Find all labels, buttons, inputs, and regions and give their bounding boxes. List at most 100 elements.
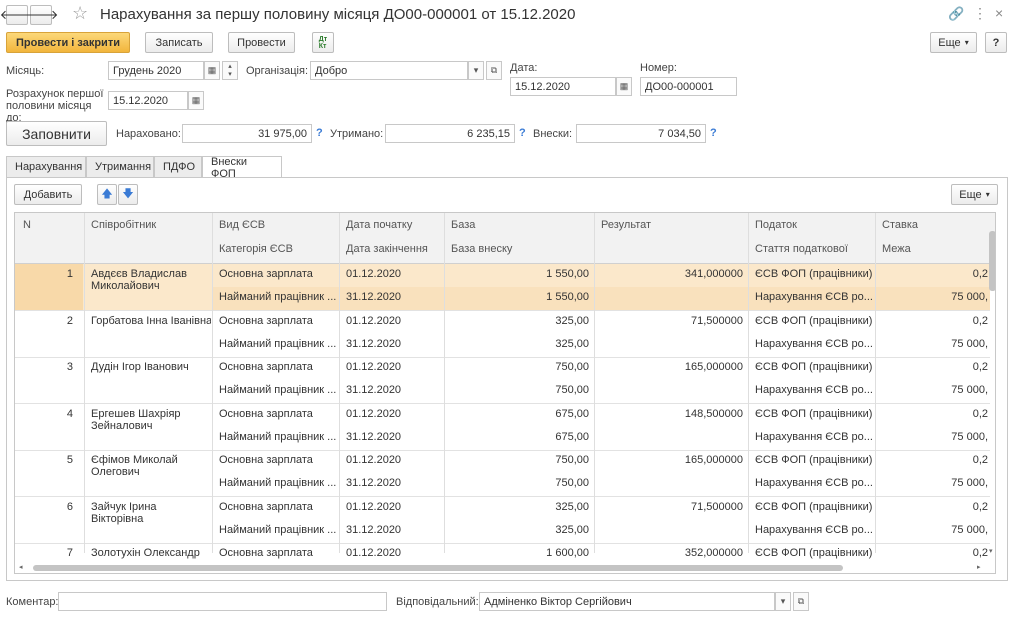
table-row[interactable]: 4 Ергешев Шахріяр Зейналович Основна зарпла… xyxy=(15,404,990,451)
table-row[interactable]: 2 Горбатова Інна Іванівна Основна зарплата… xyxy=(15,311,990,358)
scroll-down-icon[interactable]: ▾ xyxy=(989,547,993,555)
comment-input[interactable] xyxy=(58,592,387,611)
col-divider xyxy=(594,213,595,553)
tab-accruals[interactable]: Нарахування xyxy=(6,156,86,177)
cell-base: 675,00 xyxy=(555,407,589,420)
number-field[interactable]: ДО00-000001 xyxy=(640,77,737,96)
star-icon[interactable]: ☆ xyxy=(72,3,88,24)
cell-category: Найманий працівник ... xyxy=(219,384,337,396)
tab-pdfo[interactable]: ПДФО xyxy=(154,156,202,177)
cell-limit: 75 000, xyxy=(951,430,988,443)
tab-withholdings[interactable]: Утримання xyxy=(86,156,154,177)
down-icon: ▾ xyxy=(228,70,232,78)
fill-button[interactable]: Заповнити xyxy=(6,121,107,146)
forward-button[interactable]: 🡒 xyxy=(24,5,58,25)
more-button[interactable]: Еще ▾ xyxy=(930,32,977,53)
cell-n: 7 xyxy=(66,547,73,559)
cell-result: 148,500000 xyxy=(684,407,743,420)
table-row[interactable]: 5 Єфімов Миколай Олегович Основна зарплата Н… xyxy=(15,450,990,497)
col-employee[interactable]: Співробітник xyxy=(91,219,156,231)
scroll-left-icon[interactable]: ◂ xyxy=(19,563,23,571)
col-limit[interactable]: Межа xyxy=(882,243,911,255)
cell-n: 6 xyxy=(66,500,73,513)
up-arrow-icon: 🡅 xyxy=(101,188,113,200)
col-category[interactable]: Категорія ЄСВ xyxy=(219,243,293,255)
add-button[interactable]: Добавить xyxy=(14,184,82,205)
vertical-scrollbar[interactable] xyxy=(989,231,995,291)
cell-result: 352,000000 xyxy=(684,547,743,559)
col-base[interactable]: База xyxy=(451,219,475,231)
col-date-end[interactable]: Дата закінчення xyxy=(346,243,428,255)
table-row[interactable]: 1 Авдєєв Владислав Миколайович Основна зарп… xyxy=(15,264,990,311)
col-rate[interactable]: Ставка xyxy=(882,219,918,231)
close-icon[interactable]: × xyxy=(995,5,1003,21)
up-icon: ▴ xyxy=(228,62,232,70)
cell-date-start: 01.12.2020 xyxy=(346,407,402,420)
calc-calendar-button[interactable]: ▦ xyxy=(188,91,204,110)
org-dropdown-button[interactable]: ▾ xyxy=(468,61,484,80)
contrib-field: 7 034,50 xyxy=(576,124,706,143)
scroll-right-icon[interactable]: ▸ xyxy=(977,563,981,571)
cell-tax: ЄСВ ФОП (працівники) xyxy=(755,314,873,327)
dt-kt-button[interactable]: Дт Кт xyxy=(312,32,334,53)
col-tax-article[interactable]: Стаття податкової xyxy=(755,243,848,255)
calc-date-field[interactable]: 15.12.2020 xyxy=(108,91,188,110)
col-type[interactable]: Вид ЄСВ xyxy=(219,219,265,231)
responsible-dropdown-button[interactable]: ▾ xyxy=(775,592,791,611)
cell-date-end: 31.12.2020 xyxy=(346,384,402,396)
contrib-help-icon[interactable]: ? xyxy=(710,127,717,139)
month-stepper[interactable]: ▴ ▾ xyxy=(222,61,238,80)
post-button[interactable]: Провести xyxy=(228,32,295,53)
cell-category: Найманий працівник ... xyxy=(219,430,337,443)
cell-limit: 75 000, xyxy=(951,384,988,396)
org-open-button[interactable]: ⧉ xyxy=(486,61,502,80)
withheld-label: Утримано: xyxy=(330,128,384,140)
date-calendar-button[interactable]: ▦ xyxy=(616,77,632,96)
tab-contributions[interactable]: Внески ФОП xyxy=(202,156,282,180)
month-field[interactable]: Грудень 2020 xyxy=(108,61,204,80)
calendar-icon: ▦ xyxy=(207,65,217,75)
cell-base: 750,00 xyxy=(555,361,589,373)
responsible-field[interactable]: Адміненко Віктор Сергійович xyxy=(479,592,775,611)
col-result[interactable]: Результат xyxy=(601,219,651,231)
table-row[interactable]: 3 Дудін Ігор Іванович Основна зарплата Найм… xyxy=(15,357,990,404)
accrued-help-icon[interactable]: ? xyxy=(316,127,323,139)
contributions-table[interactable]: N Співробітник Вид ЄСВ Категорія ЄСВ Дат… xyxy=(14,212,996,574)
accrued-field: 31 975,00 xyxy=(182,124,312,143)
month-calendar-button[interactable]: ▦ xyxy=(204,61,220,80)
col-n[interactable]: N xyxy=(23,219,31,231)
cell-date-start: 01.12.2020 xyxy=(346,314,402,327)
col-tax[interactable]: Податок xyxy=(755,219,797,231)
save-button[interactable]: Записать xyxy=(145,32,213,53)
col-date-start[interactable]: Дата початку xyxy=(346,219,412,231)
cell-date-end: 31.12.2020 xyxy=(346,337,402,350)
dropdown-icon: ▾ xyxy=(964,38,969,47)
cell-type: Основна зарплата xyxy=(219,314,313,327)
responsible-open-button[interactable]: ⧉ xyxy=(793,592,809,611)
kebab-icon[interactable]: ⋮ xyxy=(973,5,987,22)
link-icon[interactable]: 🔗 xyxy=(948,6,964,22)
move-up-button[interactable]: 🡅 xyxy=(97,184,117,205)
col-divider xyxy=(875,213,876,553)
table-more-button[interactable]: Еще ▾ xyxy=(951,184,998,205)
org-field[interactable]: Добро xyxy=(310,61,468,80)
cell-type: Основна зарплата xyxy=(219,547,313,559)
cell-tax-article: Нарахування ЄСВ ро... xyxy=(755,337,873,350)
cell-name1: Єфімов Миколай xyxy=(91,454,178,466)
cell-date-start: 01.12.2020 xyxy=(346,454,402,466)
table-row[interactable]: 6 Зайчук Ірина Вікторівна Основна зарплата Н… xyxy=(15,497,990,544)
cell-category: Найманий працівник ... xyxy=(219,477,337,489)
table-header: N Співробітник Вид ЄСВ Категорія ЄСВ Дат… xyxy=(15,213,995,264)
help-button[interactable]: ? xyxy=(985,32,1007,53)
move-down-button[interactable]: 🡇 xyxy=(118,184,138,205)
cell-rate: 0,2 xyxy=(972,361,988,373)
col-base-contrib[interactable]: База внеску xyxy=(451,243,512,255)
post-and-close-button[interactable]: Провести і закрити xyxy=(6,32,130,53)
horizontal-scrollbar[interactable] xyxy=(33,565,843,571)
cell-category: Найманий працівник ... xyxy=(219,523,337,536)
cell-date-end: 31.12.2020 xyxy=(346,523,402,536)
date-field[interactable]: 15.12.2020 xyxy=(510,77,616,96)
cell-name1: Золотухін Олександр xyxy=(91,547,200,559)
withheld-help-icon[interactable]: ? xyxy=(519,127,526,139)
cell-result: 341,000000 xyxy=(684,268,743,280)
